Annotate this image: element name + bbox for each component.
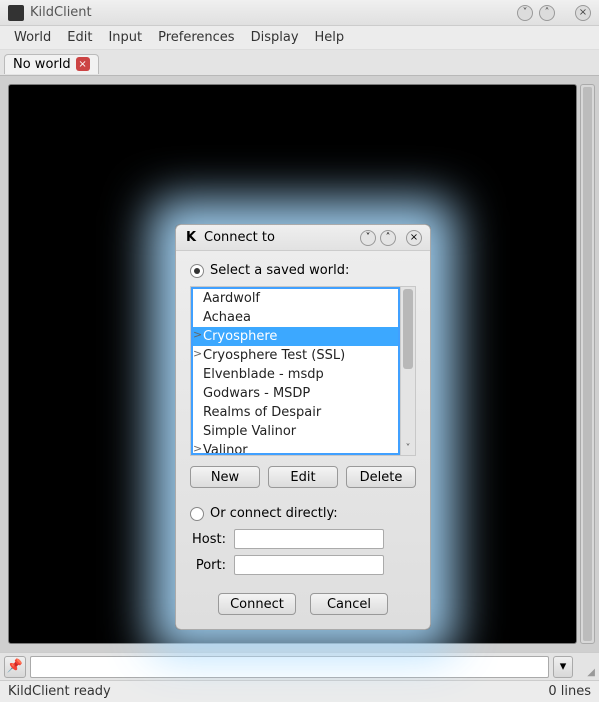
list-item[interactable]: Aardwolf: [193, 289, 398, 308]
host-label: Host:: [190, 532, 226, 547]
list-item[interactable]: >Cryosphere Test (SSL): [193, 346, 398, 365]
resize-grip-icon[interactable]: ◢: [577, 656, 595, 678]
list-item-label: Cryosphere Test (SSL): [203, 348, 345, 363]
dialog-minimize-button[interactable]: ˅: [360, 230, 376, 246]
list-item-label: Valinor: [203, 443, 248, 455]
window-titlebar: KildClient ˅ ˄ ×: [0, 0, 599, 26]
port-label: Port:: [190, 558, 226, 573]
list-item-label: Achaea: [203, 310, 251, 325]
radio-saved-world[interactable]: [190, 264, 204, 278]
chevron-down-icon: ▾: [560, 659, 567, 674]
close-window-button[interactable]: ×: [575, 5, 591, 21]
list-item[interactable]: >Valinor: [193, 441, 398, 455]
list-item[interactable]: >Cryosphere: [193, 327, 398, 346]
expander-icon[interactable]: >: [193, 442, 202, 455]
list-item-label: Simple Valinor: [203, 424, 296, 439]
connect-button[interactable]: Connect: [218, 593, 296, 615]
list-item-label: Godwars - MSDP: [203, 386, 310, 401]
list-item[interactable]: Achaea: [193, 308, 398, 327]
world-list-scrollbar[interactable]: ˅: [400, 287, 415, 455]
radio-direct-row: Or connect directly:: [190, 506, 416, 521]
list-item-label: Aardwolf: [203, 291, 260, 306]
pin-button[interactable]: 📌: [4, 656, 26, 678]
menu-world[interactable]: World: [6, 28, 59, 47]
menu-edit[interactable]: Edit: [59, 28, 100, 47]
radio-saved-world-row: Select a saved world:: [190, 263, 416, 278]
dialog-maximize-button[interactable]: ˄: [380, 230, 396, 246]
radio-saved-label: Select a saved world:: [210, 263, 349, 278]
terminal-scrollbar[interactable]: [580, 84, 595, 644]
minimize-button[interactable]: ˅: [517, 5, 533, 21]
dialog-app-icon: K: [184, 231, 198, 245]
menu-preferences[interactable]: Preferences: [150, 28, 242, 47]
world-list-wrap: AardwolfAchaea>Cryosphere>Cryosphere Tes…: [190, 286, 416, 456]
world-list[interactable]: AardwolfAchaea>Cryosphere>Cryosphere Tes…: [191, 287, 400, 455]
status-bar: KildClient ready 0 lines: [0, 680, 599, 702]
status-lines: 0 lines: [548, 684, 591, 699]
menubar: World Edit Input Preferences Display Hel…: [0, 26, 599, 50]
status-message: KildClient ready: [8, 684, 111, 699]
connect-dialog: K Connect to ˅ ˄ × Select a saved world:…: [175, 224, 431, 630]
dialog-close-button[interactable]: ×: [406, 230, 422, 246]
delete-button[interactable]: Delete: [346, 466, 416, 488]
tab-no-world[interactable]: No world ×: [4, 54, 99, 74]
tab-label: No world: [13, 57, 71, 72]
list-item[interactable]: Elvenblade - msdp: [193, 365, 398, 384]
expander-icon[interactable]: >: [193, 328, 202, 341]
new-button[interactable]: New: [190, 466, 260, 488]
list-item[interactable]: Realms of Despair: [193, 403, 398, 422]
list-item[interactable]: Godwars - MSDP: [193, 384, 398, 403]
dialog-titlebar: K Connect to ˅ ˄ ×: [176, 225, 430, 251]
menu-help[interactable]: Help: [307, 28, 353, 47]
menu-input[interactable]: Input: [100, 28, 150, 47]
scrollbar-thumb[interactable]: [403, 289, 413, 369]
list-item-label: Cryosphere: [203, 329, 277, 344]
list-item-label: Elvenblade - msdp: [203, 367, 324, 382]
tab-close-icon[interactable]: ×: [76, 57, 90, 71]
history-dropdown-button[interactable]: ▾: [553, 656, 573, 678]
tab-strip: No world ×: [0, 50, 599, 76]
list-item-label: Realms of Despair: [203, 405, 321, 420]
app-icon: [8, 5, 24, 21]
input-bar: 📌 ▾ ◢: [0, 652, 599, 680]
dialog-title: Connect to: [204, 230, 356, 245]
scrollbar-down-icon[interactable]: ˅: [401, 441, 415, 455]
menu-display[interactable]: Display: [243, 28, 307, 47]
pin-icon: 📌: [7, 659, 23, 674]
radio-connect-directly[interactable]: [190, 507, 204, 521]
content-area: K Connect to ˅ ˄ × Select a saved world:…: [0, 76, 599, 652]
radio-direct-label: Or connect directly:: [210, 506, 338, 521]
port-input[interactable]: [234, 555, 384, 575]
command-input[interactable]: [30, 656, 549, 678]
edit-button[interactable]: Edit: [268, 466, 338, 488]
cancel-button[interactable]: Cancel: [310, 593, 388, 615]
list-item[interactable]: Simple Valinor: [193, 422, 398, 441]
window-title: KildClient: [30, 5, 511, 20]
maximize-button[interactable]: ˄: [539, 5, 555, 21]
expander-icon[interactable]: >: [193, 347, 202, 360]
host-input[interactable]: [234, 529, 384, 549]
